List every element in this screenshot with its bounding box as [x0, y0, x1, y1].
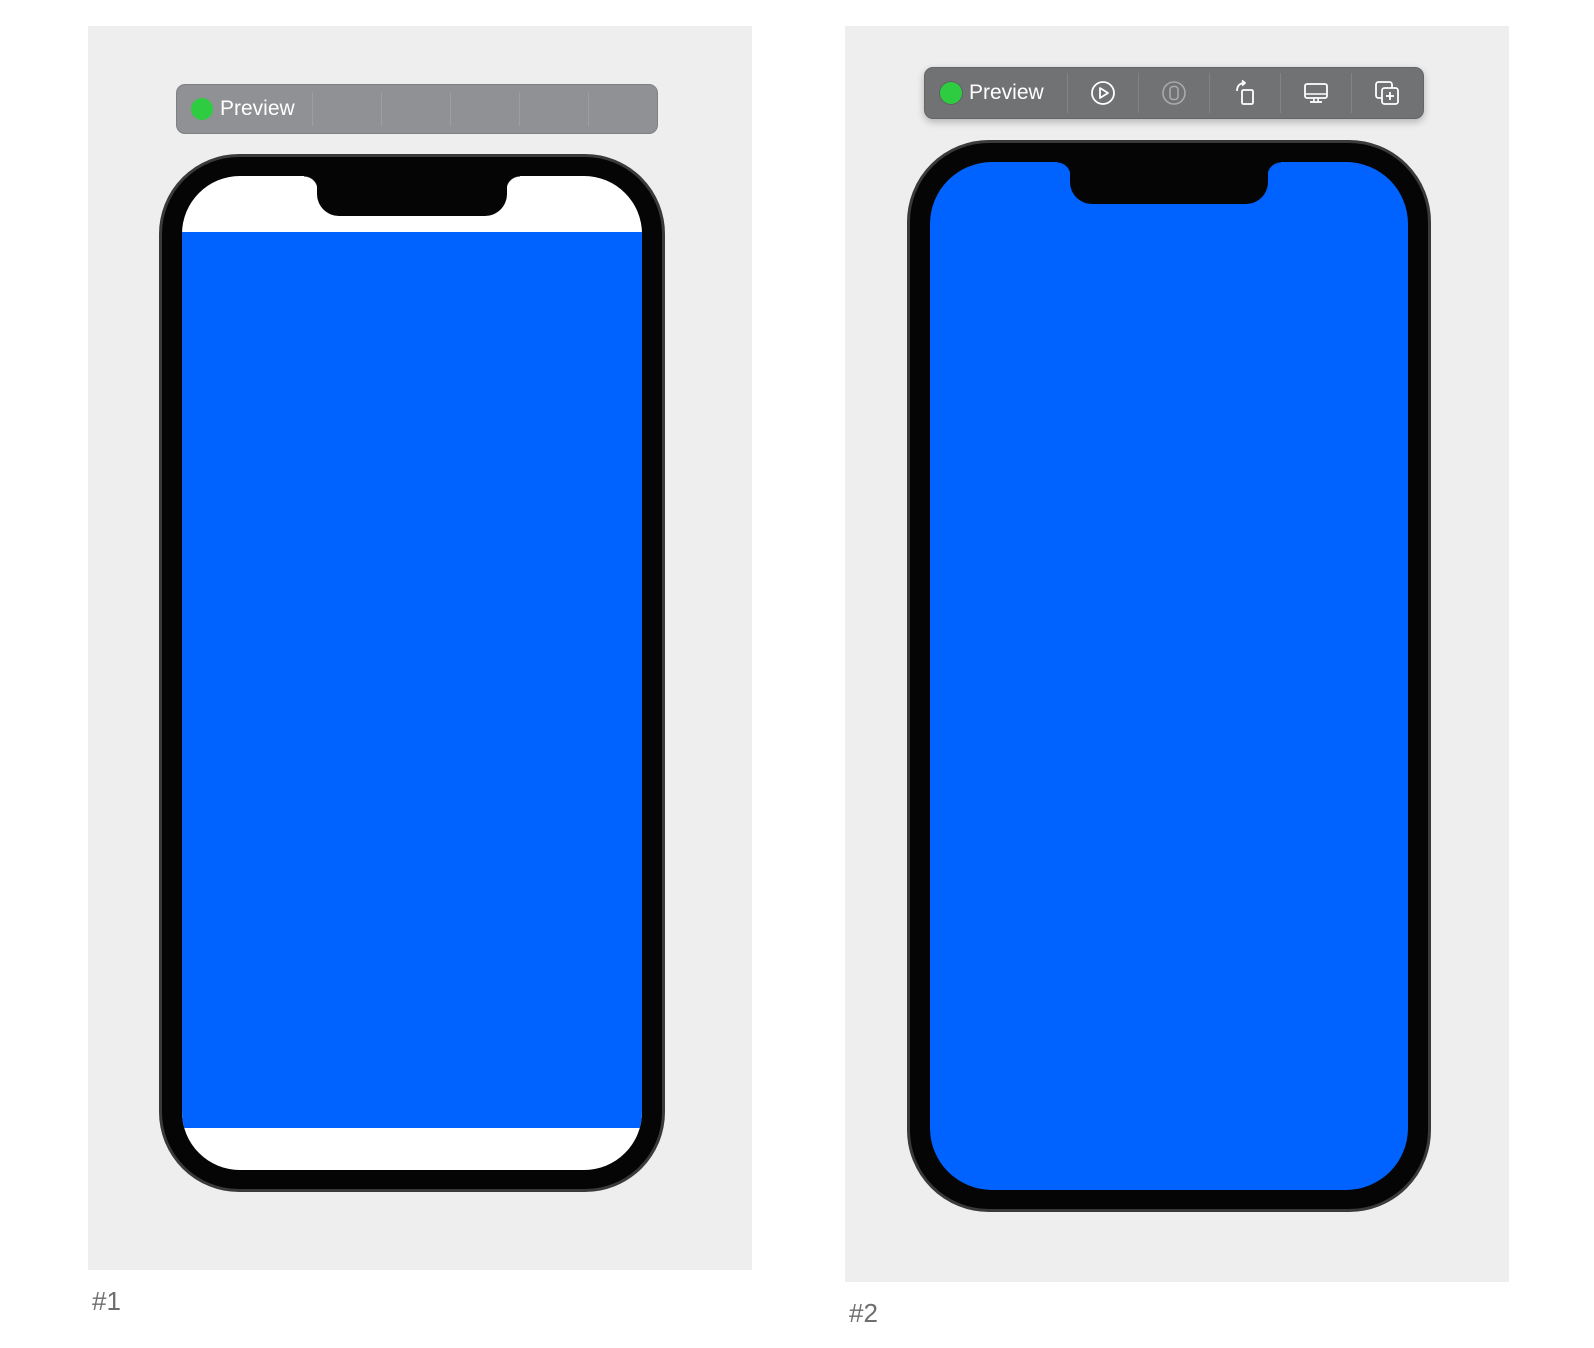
toolbar-button-placeholder [588, 92, 657, 126]
iphone-device-frame [159, 154, 665, 1192]
device-screen-blue [930, 162, 1408, 1190]
caption-label-2: #2 [849, 1298, 878, 1328]
status-dot-icon [940, 82, 962, 104]
preview-canvas-1: Preview [88, 26, 752, 1270]
rotate-device-icon [1236, 79, 1254, 105]
preview-toolbar-2: Preview [924, 67, 1424, 119]
duplicate-preview-button[interactable] [1351, 73, 1422, 113]
toolbar-button-placeholder [450, 92, 519, 126]
selectable-icon [1162, 81, 1186, 105]
live-preview-button[interactable] [1067, 73, 1138, 113]
preview-toolbar-1: Preview [176, 84, 658, 134]
duplicate-plus-icon [1375, 81, 1399, 105]
rotate-device-button[interactable] [1209, 73, 1280, 113]
toolbar-button-placeholder [312, 92, 381, 126]
caption-label-1: #1 [92, 1286, 121, 1316]
play-circle-icon [1091, 81, 1115, 105]
device-notch [1057, 162, 1281, 204]
preview-canvas-2: Preview [845, 26, 1509, 1282]
status-dot-icon [191, 98, 213, 120]
toolbar-button-placeholder [519, 92, 588, 126]
iphone-device-frame [907, 140, 1431, 1212]
device-notch [304, 176, 520, 216]
device-settings-icon [1304, 83, 1328, 103]
blue-content-view [182, 232, 642, 1128]
preview-label[interactable]: Preview [969, 81, 1067, 105]
device-settings-button[interactable] [1280, 73, 1351, 113]
toolbar-button-placeholder [381, 92, 450, 126]
preview-label[interactable]: Preview [220, 97, 312, 121]
device-screen [182, 176, 642, 1170]
selectable-mode-button[interactable] [1138, 73, 1209, 113]
